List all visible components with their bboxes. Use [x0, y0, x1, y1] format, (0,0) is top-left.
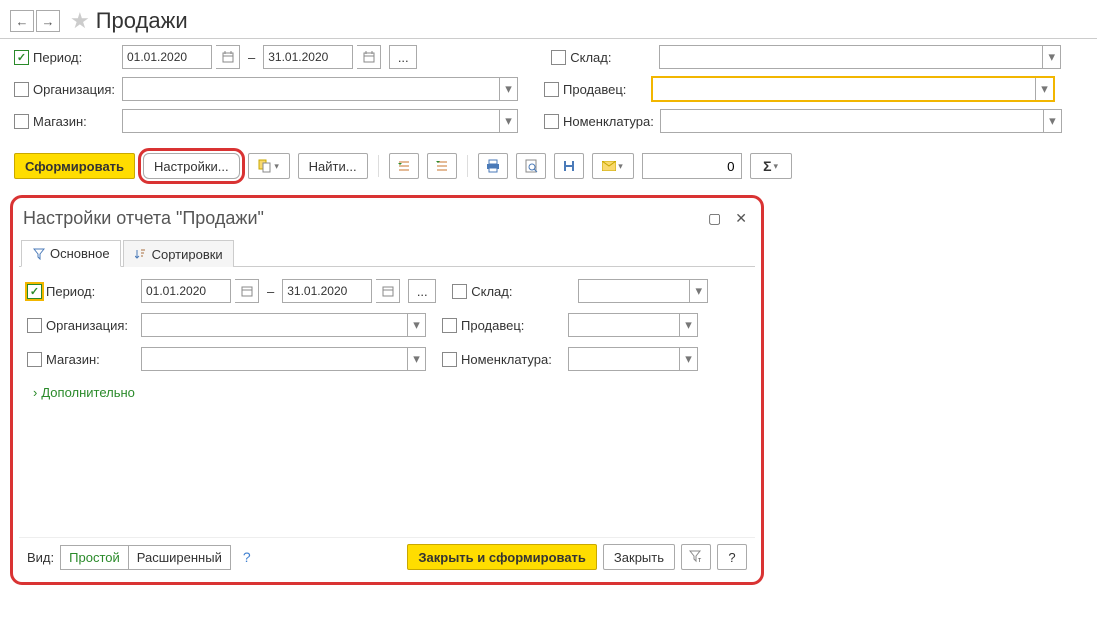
modal-date-from-input[interactable]: 01.01.2020 [141, 279, 231, 303]
sku-combo[interactable]: ▾ [660, 109, 1062, 133]
modal-store-label: Магазин: [46, 352, 100, 367]
paste-dropdown-button[interactable]: ▾ [248, 153, 290, 179]
warehouse-combo[interactable]: ▾ [659, 45, 1061, 69]
date-to-input[interactable]: 31.01.2020 [263, 45, 353, 69]
modal-warehouse-combo[interactable]: ▾ [578, 279, 708, 303]
store-label: Магазин: [33, 114, 87, 129]
modal-store-checkbox[interactable] [27, 352, 42, 367]
view-simple-option[interactable]: Простой [61, 546, 129, 569]
org-checkbox[interactable] [14, 82, 29, 97]
settings-button[interactable]: Настройки... [143, 153, 240, 179]
chevron-right-icon: › [33, 385, 37, 400]
org-combo[interactable]: ▾ [122, 77, 518, 101]
store-combo[interactable]: ▾ [122, 109, 518, 133]
period-checkbox[interactable] [14, 50, 29, 65]
org-label: Организация: [33, 82, 115, 97]
modal-period-more-button[interactable]: ... [408, 279, 436, 303]
sku-checkbox[interactable] [544, 114, 559, 129]
chevron-down-icon[interactable]: ▾ [499, 110, 517, 132]
warehouse-checkbox[interactable] [551, 50, 566, 65]
date-from-input[interactable]: 01.01.2020 [122, 45, 212, 69]
tab-sort[interactable]: Сортировки [123, 240, 234, 267]
save-button[interactable] [554, 153, 584, 179]
close-button[interactable]: Закрыть [603, 544, 675, 570]
number-input[interactable] [642, 153, 742, 179]
calendar-icon[interactable] [216, 45, 240, 69]
modal-warehouse-checkbox[interactable] [452, 284, 467, 299]
svg-text:т: т [698, 557, 702, 564]
generate-button[interactable]: Сформировать [14, 153, 135, 179]
view-label: Вид: [27, 550, 54, 565]
view-toggle: Простой Расширенный [60, 545, 231, 570]
date-dash: – [248, 50, 255, 65]
chevron-down-icon[interactable]: ▾ [1043, 110, 1061, 132]
period-label: Период: [33, 50, 82, 65]
filter-settings-button[interactable]: т [681, 544, 711, 570]
chevron-down-icon[interactable]: ▾ [1035, 78, 1053, 100]
chevron-down-icon[interactable]: ▾ [407, 314, 425, 336]
warehouse-label: Склад: [570, 50, 611, 65]
tab-main[interactable]: Основное [21, 240, 121, 267]
calendar-icon[interactable] [357, 45, 381, 69]
email-dropdown-button[interactable]: ▾ [592, 153, 634, 179]
modal-period-checkbox[interactable] [27, 284, 42, 299]
preview-button[interactable] [516, 153, 546, 179]
help-link[interactable]: ? [243, 549, 251, 565]
modal-org-checkbox[interactable] [27, 318, 42, 333]
seller-combo[interactable]: ▾ [652, 77, 1054, 101]
sku-label: Номенклатура: [563, 114, 654, 129]
filter-icon [32, 247, 46, 261]
chevron-down-icon[interactable]: ▾ [679, 348, 697, 370]
modal-date-to-input[interactable]: 31.01.2020 [282, 279, 372, 303]
chevron-down-icon[interactable]: ▾ [407, 348, 425, 370]
nav-forward-button[interactable]: → [36, 10, 60, 32]
modal-seller-label: Продавец: [461, 318, 524, 333]
modal-warehouse-label: Склад: [471, 284, 512, 299]
sum-dropdown-button[interactable]: Σ ▾ [750, 153, 792, 179]
seller-checkbox[interactable] [544, 82, 559, 97]
find-button[interactable]: Найти... [298, 153, 368, 179]
close-icon[interactable]: ✕ [735, 210, 747, 227]
modal-store-combo[interactable]: ▾ [141, 347, 426, 371]
chevron-down-icon[interactable]: ▾ [679, 314, 697, 336]
calendar-icon[interactable] [235, 279, 259, 303]
modal-sku-checkbox[interactable] [442, 352, 457, 367]
expand-all-button[interactable] [389, 153, 419, 179]
seller-label: Продавец: [563, 82, 626, 97]
modal-period-label: Период: [46, 284, 95, 299]
chevron-down-icon[interactable]: ▾ [499, 78, 517, 100]
close-generate-button[interactable]: Закрыть и сформировать [407, 544, 597, 570]
help-button[interactable]: ? [717, 544, 747, 570]
maximize-icon[interactable]: ▢ [708, 210, 721, 227]
settings-modal: Настройки отчета "Продажи" ▢ ✕ Основное … [10, 195, 764, 585]
modal-title: Настройки отчета "Продажи" [23, 208, 264, 229]
collapse-all-button[interactable] [427, 153, 457, 179]
store-checkbox[interactable] [14, 114, 29, 129]
star-icon[interactable]: ★ [70, 8, 90, 34]
nav-back-button[interactable]: ← [10, 10, 34, 32]
modal-org-label: Организация: [46, 318, 128, 333]
modal-seller-checkbox[interactable] [442, 318, 457, 333]
expand-more-link[interactable]: › Дополнительно [27, 381, 747, 404]
modal-sku-combo[interactable]: ▾ [568, 347, 698, 371]
calendar-icon[interactable] [376, 279, 400, 303]
view-extended-option[interactable]: Расширенный [129, 546, 230, 569]
sort-icon [134, 247, 148, 261]
modal-seller-combo[interactable]: ▾ [568, 313, 698, 337]
tab-sort-label: Сортировки [152, 247, 223, 262]
period-more-button[interactable]: ... [389, 45, 417, 69]
print-button[interactable] [478, 153, 508, 179]
chevron-down-icon[interactable]: ▾ [689, 280, 707, 302]
modal-sku-label: Номенклатура: [461, 352, 552, 367]
modal-org-combo[interactable]: ▾ [141, 313, 426, 337]
chevron-down-icon[interactable]: ▾ [1042, 46, 1060, 68]
tab-main-label: Основное [50, 246, 110, 261]
page-title: Продажи [96, 8, 188, 34]
